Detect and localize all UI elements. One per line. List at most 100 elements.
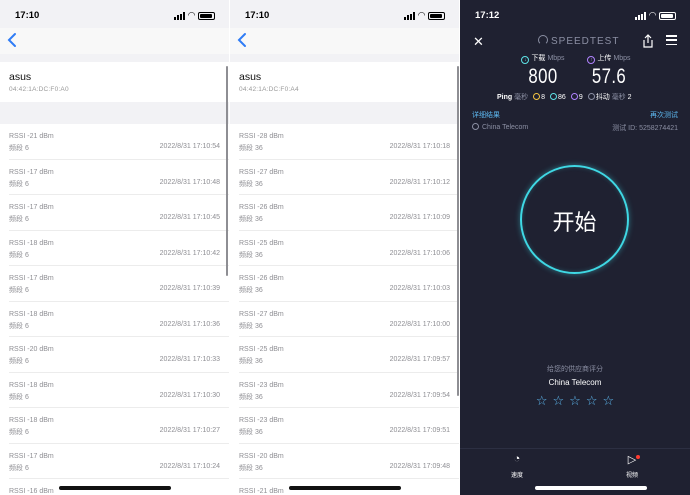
device-mac: 04:42:1A:DC:F0:A4 <box>239 86 299 93</box>
signal-icon <box>635 11 647 20</box>
details-link[interactable]: 详细结果 <box>472 110 500 120</box>
signal-icon <box>174 11 186 20</box>
speedtest-header: ✕ SPEEDTEST <box>460 30 690 52</box>
list-item: RSSI -17 dBm 频段 6 2022/8/31 17:10:39 <box>9 266 229 302</box>
rssi-value: RSSI -18 dBm <box>9 417 54 424</box>
battery-icon <box>659 11 676 20</box>
test-id: 测试 ID: 5258274421 <box>612 125 678 132</box>
menu-icon[interactable] <box>666 35 677 45</box>
navigation-bar <box>230 28 459 54</box>
rate-prompt: 给您的供应商评分 <box>547 366 603 373</box>
band-value: 频段 6 <box>9 251 29 259</box>
jitter-unit: 毫秒 <box>611 94 626 101</box>
tab-speed[interactable]: ◔ 速度 <box>497 453 537 479</box>
star-icon[interactable]: ☆ <box>553 393 565 409</box>
ping-upload: 9 <box>578 94 583 101</box>
rssi-value: RSSI -25 dBm <box>239 239 284 247</box>
home-indicator[interactable] <box>535 486 647 490</box>
rssi-list[interactable]: RSSI -21 dBm 频段 6 2022/8/31 17:10:54 RSSI … <box>0 124 229 495</box>
list-item: RSSI -26 dBm 频段 36 2022/8/31 17:10:03 <box>239 266 459 302</box>
timestamp: 2022/8/31 17:10:00 <box>389 320 450 328</box>
speedometer-icon: ◔ <box>513 453 521 465</box>
back-chevron-icon[interactable] <box>236 32 250 48</box>
star-rating: ☆ ☆ ☆ ☆ ☆ <box>460 393 690 409</box>
list-item: RSSI -17 dBm 频段 6 2022/8/31 17:10:48 <box>9 160 229 195</box>
start-test-button[interactable]: 开始 <box>520 165 629 274</box>
start-label: 开始 <box>552 210 597 235</box>
upload-value: 57.6 <box>591 65 627 88</box>
list-item: RSSI -18 dBm 频段 6 2022/8/31 17:10:42 <box>9 231 229 266</box>
download-ping-icon <box>550 93 558 100</box>
list-item: RSSI -18 dBm 频段 6 2022/8/31 17:10:27 <box>9 408 229 444</box>
list-item: RSSI -25 dBm 频段 36 2022/8/31 17:10:06 <box>239 231 459 266</box>
list-item: RSSI -27 dBm 频段 36 2022/8/31 17:10:12 <box>239 160 459 195</box>
isp-line: China Telecom 测试 ID: 5258274421 <box>472 123 678 132</box>
rssi-value: RSSI -20 dBm <box>239 452 284 460</box>
timestamp: 2022/8/31 17:09:48 <box>389 462 450 470</box>
close-icon[interactable]: ✕ <box>473 34 484 50</box>
timestamp: 2022/8/31 17:10:09 <box>389 214 450 221</box>
device-name: asus <box>239 71 262 83</box>
status-bar: 17:10 ◠ <box>0 0 229 28</box>
timestamp: 2022/8/31 17:10:18 <box>389 143 450 150</box>
rssi-value: RSSI -18 dBm <box>9 239 54 247</box>
isp-name: China Telecom <box>482 124 529 131</box>
ping-download: 86 <box>558 94 566 101</box>
scrollbar[interactable] <box>226 66 228 276</box>
wifi-scan-screen-left: 17:10 ◠ asus 04:42:1A:DC:F0:A0 RSSI -21 … <box>0 0 229 495</box>
upload-metric: ↑ 上传 Mbps 57.6 <box>574 53 644 89</box>
band-value: 频段 6 <box>9 145 29 152</box>
upload-ping-icon <box>570 93 578 100</box>
battery-icon <box>198 11 215 20</box>
retest-link[interactable]: 再次测试 <box>650 110 678 120</box>
rssi-value: RSSI -27 dBm <box>239 168 284 176</box>
wifi-icon: ◠ <box>188 10 195 20</box>
band-value: 频段 6 <box>9 322 29 330</box>
band-value: 频段 36 <box>239 464 263 472</box>
star-icon[interactable]: ☆ <box>536 393 548 409</box>
rssi-value: RSSI -17 dBm <box>9 452 54 460</box>
home-indicator[interactable] <box>58 486 171 490</box>
share-icon[interactable] <box>642 34 654 48</box>
wifi-icon: ◠ <box>418 10 425 20</box>
band-value: 频段 36 <box>239 429 263 436</box>
star-icon[interactable]: ☆ <box>586 393 598 409</box>
ping-label: Ping <box>497 94 513 101</box>
list-item: RSSI -27 dBm 频段 36 2022/8/31 17:10:00 <box>239 302 459 337</box>
band-value: 频段 6 <box>9 464 29 472</box>
timestamp: 2022/8/31 17:10:45 <box>159 214 220 221</box>
download-label: 下载 <box>531 55 546 62</box>
band-value: 频段 6 <box>9 287 29 294</box>
band-value: 频段 36 <box>239 251 263 259</box>
rssi-value: RSSI -17 dBm <box>9 275 54 282</box>
tab-speed-label: 速度 <box>510 473 523 479</box>
band-value: 频段 36 <box>239 180 263 188</box>
scrollbar[interactable] <box>457 66 459 396</box>
back-chevron-icon[interactable] <box>6 32 20 48</box>
timestamp: 2022/8/31 17:09:51 <box>389 427 450 434</box>
status-time: 17:10 <box>15 10 40 21</box>
signal-icon <box>404 11 416 20</box>
speedtest-logo: SPEEDTEST <box>538 35 619 47</box>
rssi-value: RSSI -28 dBm <box>239 133 284 140</box>
timestamp: 2022/8/31 17:10:27 <box>159 427 220 434</box>
band-value: 频段 36 <box>239 393 263 401</box>
rssi-list[interactable]: RSSI -28 dBm 频段 36 2022/8/31 17:10:18 RSSI… <box>230 124 459 495</box>
navigation-bar <box>0 28 229 54</box>
tab-video[interactable]: ▷ 视频 <box>612 453 652 479</box>
star-icon[interactable]: ☆ <box>602 393 614 409</box>
list-item: RSSI -25 dBm 频段 36 2022/8/31 17:09:57 <box>239 337 459 373</box>
battery-icon <box>428 11 445 20</box>
upload-unit: Mbps <box>613 55 631 62</box>
list-item: RSSI -17 dBm 频段 6 2022/8/31 17:10:24 <box>9 444 229 479</box>
list-item: RSSI -20 dBm 频段 36 2022/8/31 17:09:48 <box>239 444 459 479</box>
notification-dot <box>636 455 640 459</box>
home-indicator[interactable] <box>288 486 401 490</box>
status-icons: ◠ <box>174 10 215 21</box>
rssi-value: RSSI -27 dBm <box>239 310 284 318</box>
list-item: RSSI -21 dBm 频段 6 2022/8/31 17:10:54 <box>9 124 229 160</box>
timestamp: 2022/8/31 17:10:12 <box>389 178 450 186</box>
list-item: RSSI -28 dBm 频段 36 2022/8/31 17:10:18 <box>239 124 459 160</box>
status-icons: ◠ <box>404 10 445 21</box>
star-icon[interactable]: ☆ <box>569 393 581 409</box>
